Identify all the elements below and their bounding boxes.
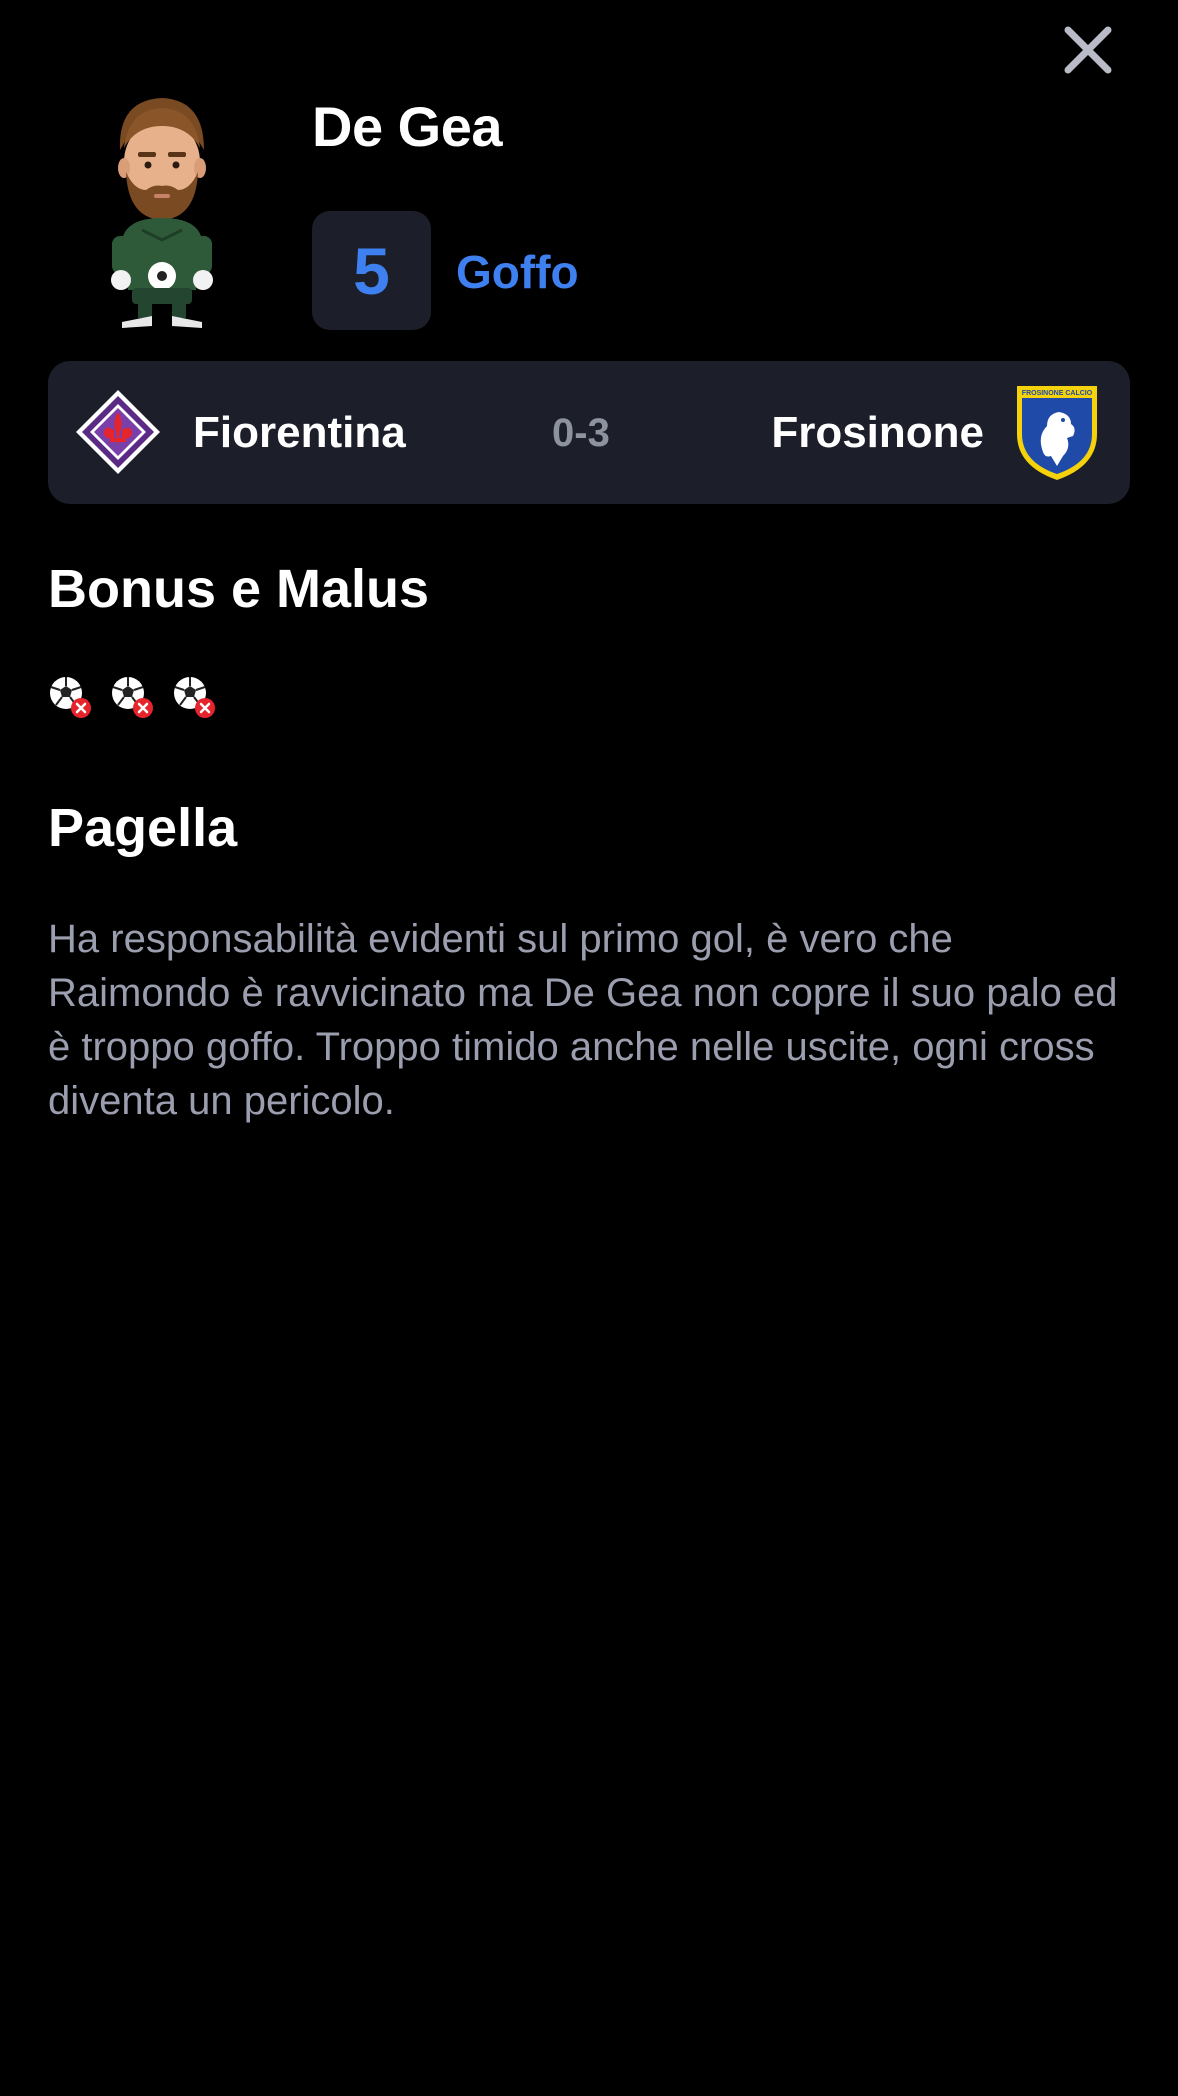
- player-name: De Gea: [312, 95, 503, 158]
- match-score: 0-3: [552, 411, 610, 455]
- close-button[interactable]: [1058, 20, 1118, 80]
- grade-badge: 5: [312, 211, 431, 330]
- goal-conceded-icon: [110, 675, 154, 719]
- grade-value: 5: [353, 233, 390, 308]
- fiorentina-logo-icon: [74, 388, 162, 476]
- bonus-malus-title: Bonus e Malus: [48, 559, 430, 619]
- frosinone-logo-text: FROSINONE CALCIO: [1022, 390, 1093, 397]
- bonus-malus-list: [48, 675, 216, 719]
- pagella-text: Ha responsabilità evidenti sul primo gol…: [48, 917, 1118, 1123]
- pagella-title: Pagella: [48, 798, 238, 858]
- goal-conceded-icon: [172, 675, 216, 719]
- grade-label: Goffo: [456, 246, 579, 298]
- close-icon: [1064, 26, 1112, 74]
- player-avatar: [92, 90, 232, 330]
- match-card[interactable]: Fiorentina 0-3 Frosinone FROSINONE CALCI…: [48, 361, 1130, 504]
- goal-conceded-icon: [48, 675, 92, 719]
- home-team-name: Fiorentina: [193, 408, 406, 457]
- away-team-name: Frosinone: [771, 408, 984, 457]
- frosinone-logo-icon: FROSINONE CALCIO: [1013, 382, 1101, 482]
